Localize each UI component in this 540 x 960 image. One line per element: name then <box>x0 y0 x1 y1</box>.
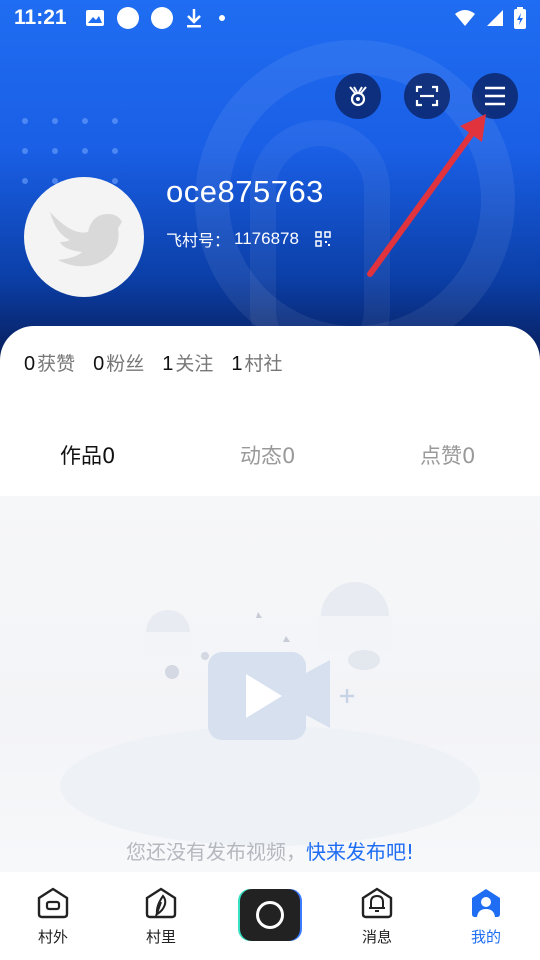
nav-label: 我的 <box>470 928 501 946</box>
home-icon <box>37 887 69 919</box>
profile-icon <box>472 889 500 917</box>
publish-link[interactable]: 快来发布吧! <box>306 840 414 864</box>
stat-communities[interactable]: 1 村社 <box>231 349 282 376</box>
nav-outside[interactable]: 村外 <box>18 886 88 947</box>
nav-label: 村外 <box>37 928 68 946</box>
empty-state-text: 您还没有发布视频， <box>125 840 306 864</box>
nav-profile[interactable]: 我的 <box>451 886 521 947</box>
stat-likes[interactable]: 0 获赞 <box>24 349 75 376</box>
content-tabs: 作品0 动态0 点赞0 <box>0 440 540 484</box>
tab-works[interactable]: 作品0 <box>60 440 115 470</box>
nav-inside[interactable]: 村里 <box>126 886 196 947</box>
stat-following[interactable]: 1 关注 <box>162 349 213 376</box>
bell-icon <box>361 887 393 919</box>
nav-label: 消息 <box>361 928 392 946</box>
stats-row: 0 获赞 0 粉丝 1 关注 1 村社 <box>24 349 283 376</box>
publish-icon <box>256 901 284 929</box>
stat-fans[interactable]: 0 粉丝 <box>93 349 144 376</box>
bird-icon <box>50 212 122 267</box>
empty-content-area <box>0 496 540 872</box>
village-number: 飞村号： 1176878 <box>166 227 331 251</box>
feather-icon <box>145 887 177 919</box>
bottom-navigation: 村外 村里 消息 我的 <box>0 872 540 960</box>
nav-messages[interactable]: 消息 <box>342 886 412 947</box>
nav-label: 村里 <box>145 928 176 946</box>
village-number-label: 飞村号： <box>166 231 231 250</box>
village-number-value: 1176878 <box>234 229 299 248</box>
tab-activity[interactable]: 动态0 <box>240 440 295 470</box>
empty-state-message: 您还没有发布视频，快来发布吧! <box>0 836 540 865</box>
tab-likes[interactable]: 点赞0 <box>420 440 475 470</box>
username: oce875763 <box>166 174 324 209</box>
empty-video-illustration <box>60 582 480 846</box>
publish-button[interactable] <box>240 889 300 941</box>
avatar[interactable] <box>24 177 144 297</box>
qrcode-icon[interactable] <box>315 231 331 247</box>
